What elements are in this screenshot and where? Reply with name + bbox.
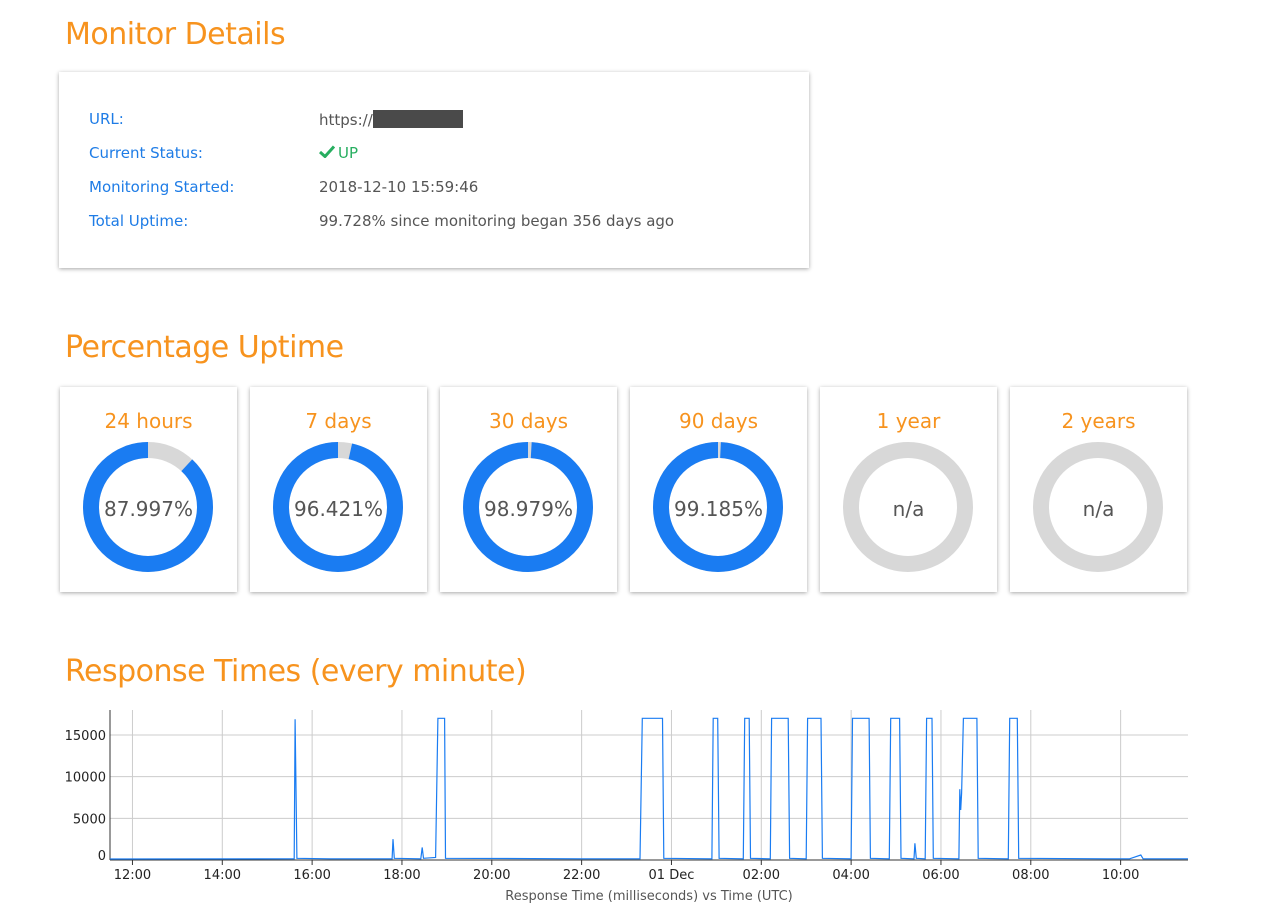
x-tick-label: 14:00 [204, 868, 241, 883]
monitor-details-title: Monitor Details [65, 17, 286, 52]
uptime-card-7-days: 7 days 96.421% [250, 387, 427, 592]
uptime-card-30-days: 30 days 98.979% [440, 387, 617, 592]
x-tick-label: 22:00 [563, 868, 600, 883]
uptime-period-label: 7 days [305, 409, 372, 433]
x-tick-label: 10:00 [1102, 868, 1139, 883]
x-tick-label: 18:00 [383, 868, 420, 883]
y-tick-label: 15000 [65, 729, 106, 744]
uptime-period-label: 1 year [876, 409, 941, 433]
x-tick-label: 01 Dec [649, 868, 695, 883]
redacted-url-block [372, 110, 463, 128]
monitor-details-card: URL: https:// Current Status: UP Monitor… [59, 72, 809, 268]
x-tick-label: 02:00 [743, 868, 780, 883]
uptime-card-24-hours: 24 hours 87.997% [60, 387, 237, 592]
x-tick-label: 20:00 [473, 868, 510, 883]
url-text: https:// [319, 111, 373, 129]
uptime-card-90-days: 90 days 99.185% [630, 387, 807, 592]
uptime-period-label: 24 hours [104, 409, 193, 433]
x-tick-label: 06:00 [922, 868, 959, 883]
url-label: URL: [89, 110, 124, 128]
x-tick-label: 16:00 [293, 868, 330, 883]
uptime-percentage-value: n/a [892, 497, 925, 521]
uptime-period-label: 90 days [678, 409, 758, 433]
uptime-card-1-year: 1 year n/a [820, 387, 997, 592]
url-value: https:// [319, 110, 463, 129]
uptime-percentage-value: 99.185% [674, 497, 763, 521]
response-time-chart-svg: 12:00 14:00 16:00 18:00 20:00 22:00 01 Dec 02:0… [65, 710, 1188, 904]
status-value: UP [319, 144, 358, 162]
started-value: 2018-12-10 15:59:46 [319, 178, 479, 196]
response-times-title: Response Times (every minute) [65, 654, 527, 689]
uptime-card-2-years: 2 years n/a [1010, 387, 1187, 592]
y-tick-label: 0 [98, 849, 106, 864]
y-tick-label: 5000 [73, 812, 106, 827]
status-label: Current Status: [89, 144, 203, 162]
percentage-uptime-title: Percentage Uptime [65, 330, 344, 365]
uptime-percentage-value: 96.421% [294, 497, 383, 521]
response-time-chart: 12:00 14:00 16:00 18:00 20:00 22:00 01 Dec 02:0… [50, 705, 1200, 915]
status-text: UP [338, 144, 359, 162]
x-tick-label: 04:00 [832, 868, 869, 883]
x-axis-caption: Response Time (milliseconds) vs Time (UT… [505, 889, 793, 904]
uptime-percentage-value: n/a [1082, 497, 1115, 521]
x-tick-label: 12:00 [114, 868, 151, 883]
uptime-percentage-value: 98.979% [484, 497, 573, 521]
x-tick-label: 08:00 [1012, 868, 1049, 883]
started-label: Monitoring Started: [89, 178, 235, 196]
uptime-period-label: 2 years [1061, 409, 1136, 433]
uptime-period-label: 30 days [488, 409, 568, 433]
response-time-series-line [109, 717, 1188, 860]
checkmark-icon [319, 145, 335, 158]
total-uptime-value: 99.728% since monitoring began 356 days … [319, 212, 675, 230]
uptime-percentage-value: 87.997% [104, 497, 193, 521]
y-tick-label: 10000 [65, 771, 106, 786]
total-uptime-label: Total Uptime: [89, 212, 189, 230]
